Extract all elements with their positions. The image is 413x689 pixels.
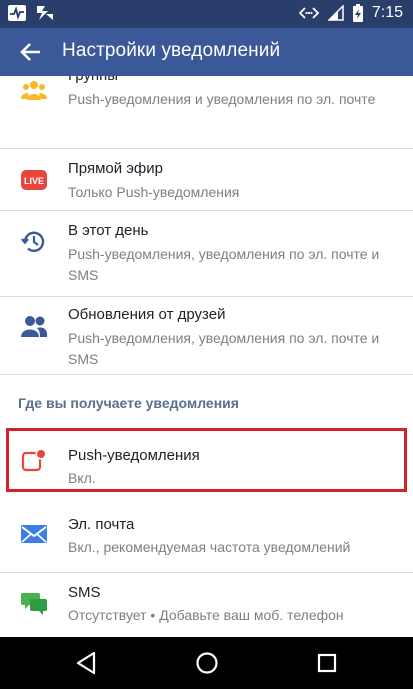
section-header: Где вы получаете уведомления xyxy=(18,395,239,411)
setting-title: Обновления от друзей xyxy=(68,306,226,323)
channel-status-warning: Отсутствует • Добавьте ваш моб. телефон xyxy=(68,607,344,623)
settings-list[interactable]: Группы Push-уведомления и уведомления по… xyxy=(0,76,413,637)
app-bar: Настройки уведомлений xyxy=(0,28,413,76)
navigation-bar xyxy=(0,637,413,689)
setting-subtitle: Push-уведомления, уведомления по эл. поч… xyxy=(68,246,380,283)
setting-row-friends-updates[interactable]: Обновления от друзей Push-уведомления, у… xyxy=(0,296,413,376)
setting-title: В этот день xyxy=(68,222,149,239)
push-notification-icon xyxy=(21,448,47,472)
channel-title: Эл. почта xyxy=(68,516,135,533)
setting-subtitle: Push-уведомления, уведомления по эл. поч… xyxy=(68,330,380,367)
live-icon: LIVE xyxy=(20,166,48,194)
sound-profile-icon xyxy=(37,6,53,20)
back-arrow-icon[interactable] xyxy=(18,39,44,65)
sms-icon xyxy=(21,593,47,615)
groups-icon xyxy=(21,81,47,100)
status-time: 7:15 xyxy=(371,4,403,21)
setting-row-groups[interactable]: Группы Push-уведомления и уведомления по… xyxy=(0,76,413,148)
nav-recents-icon[interactable] xyxy=(314,650,340,676)
activity-icon xyxy=(8,5,26,21)
channel-title: Push-уведомления xyxy=(68,447,200,464)
channel-row-sms[interactable]: SMS Отсутствует • Добавьте ваш моб. теле… xyxy=(0,572,413,637)
data-transfer-icon xyxy=(298,7,319,19)
setting-subtitle: Push-уведомления и уведомления по эл. по… xyxy=(68,91,376,107)
page-title: Настройки уведомлений xyxy=(62,40,281,61)
channel-status: Вкл., рекомендуемая частота уведомлений xyxy=(68,539,351,555)
nav-back-icon[interactable] xyxy=(74,650,100,676)
setting-row-live[interactable]: LIVE Прямой эфир Только Push-уведомления xyxy=(0,148,413,210)
channel-row-push[interactable]: Push-уведомления Вкл. xyxy=(0,431,413,489)
setting-row-on-this-day[interactable]: В этот день Push-уведомления, уведомлени… xyxy=(0,210,413,296)
setting-title: Группы xyxy=(68,76,118,84)
nav-home-icon[interactable] xyxy=(194,650,220,676)
live-badge-text: LIVE xyxy=(24,176,44,186)
channel-row-email[interactable]: Эл. почта Вкл., рекомендуемая частота ув… xyxy=(0,504,413,564)
status-bar: 7:15 xyxy=(0,0,413,28)
setting-title: Прямой эфир xyxy=(68,160,163,177)
mail-icon xyxy=(21,525,47,543)
channel-status: Вкл. xyxy=(68,470,96,486)
divider xyxy=(0,374,413,375)
battery-icon xyxy=(352,4,363,22)
channel-title: SMS xyxy=(68,584,101,601)
signal-icon xyxy=(327,5,344,21)
history-icon xyxy=(21,231,45,252)
friends-icon xyxy=(21,316,48,337)
setting-subtitle: Только Push-уведомления xyxy=(68,184,240,200)
